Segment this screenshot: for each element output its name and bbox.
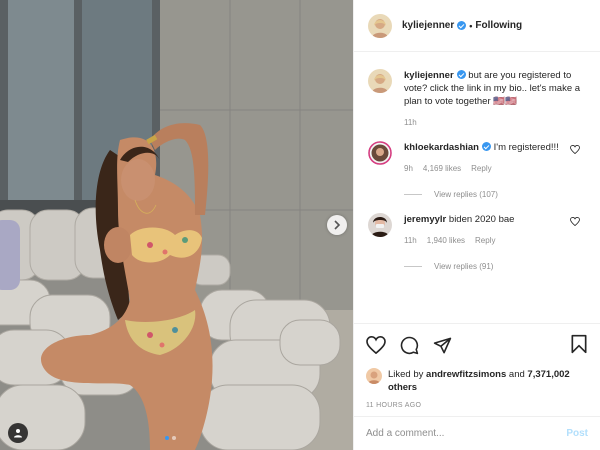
- author-username[interactable]: kyliejenner: [402, 20, 454, 31]
- view-replies-button[interactable]: View replies (107): [404, 190, 584, 199]
- photo-image: [0, 0, 353, 450]
- comment: khloekardashian I'm registered!!! 9h 4,1…: [368, 141, 586, 199]
- likes-summary: Liked by andrewfitzsimons and 7,371,002 …: [366, 368, 588, 394]
- view-replies-label: View replies (107): [434, 190, 498, 199]
- following-button[interactable]: Following: [475, 20, 522, 31]
- comment-avatar[interactable]: [368, 141, 392, 165]
- action-icons: [366, 334, 588, 356]
- comment-meta: 9h 4,169 likes Reply: [404, 164, 584, 173]
- comment-avatar[interactable]: [368, 213, 392, 237]
- heart-icon[interactable]: [570, 145, 580, 154]
- verified-icon: [456, 70, 466, 79]
- post-actions: Liked by andrewfitzsimons and 7,371,002 …: [354, 323, 600, 409]
- comment-likes[interactable]: 1,940 likes: [427, 236, 465, 245]
- comment-text: khloekardashian I'm registered!!!: [404, 141, 584, 154]
- liker-avatar[interactable]: [366, 368, 382, 384]
- save-icon[interactable]: [570, 334, 588, 354]
- share-icon[interactable]: [433, 336, 452, 355]
- heart-icon[interactable]: [570, 217, 580, 226]
- comment-username[interactable]: jeremyylr: [404, 214, 446, 225]
- comment-meta: 11h 1,940 likes Reply: [404, 236, 584, 245]
- verified-icon: [457, 21, 467, 30]
- comment-input[interactable]: Add a comment...: [366, 428, 566, 439]
- caption-text: kyliejenner but are you registered to vo…: [404, 69, 584, 108]
- post-timestamp[interactable]: 11 HOURS AGO: [366, 402, 588, 409]
- view-replies-button[interactable]: View replies (91): [404, 262, 584, 271]
- comment-username[interactable]: khloekardashian: [404, 142, 479, 153]
- verified-icon: [481, 142, 491, 151]
- comment-time[interactable]: 9h: [404, 164, 413, 173]
- comment-icon[interactable]: [400, 336, 419, 355]
- caption: kyliejenner but are you registered to vo…: [368, 69, 586, 127]
- likes-text: Liked by andrewfitzsimons and 7,371,002 …: [388, 368, 588, 394]
- comment-likes[interactable]: 4,169 likes: [423, 164, 461, 173]
- add-comment-bar: Add a comment... Post: [354, 416, 600, 450]
- replies-divider: [404, 266, 422, 267]
- chevron-right-icon: [334, 220, 341, 230]
- heart-icon[interactable]: [366, 336, 386, 354]
- caption-avatar[interactable]: [368, 69, 392, 93]
- caption-meta: 11h: [404, 118, 584, 127]
- comments-list[interactable]: kyliejenner but are you registered to vo…: [354, 53, 600, 323]
- replies-divider: [404, 194, 422, 195]
- likes-and: and: [508, 369, 525, 380]
- comment-reply-button[interactable]: Reply: [471, 164, 491, 173]
- post-header: kyliejenner • Following: [354, 0, 600, 52]
- comment-body: biden 2020 bae: [448, 214, 515, 225]
- carousel-next-button[interactable]: [327, 215, 347, 235]
- view-replies-label: View replies (91): [434, 262, 494, 271]
- likes-prefix: Liked by: [388, 369, 424, 380]
- carousel-indicators: [165, 436, 176, 440]
- comment-text: jeremyylr biden 2020 bae: [404, 213, 584, 226]
- caption-username[interactable]: kyliejenner: [404, 70, 454, 81]
- carousel-dot-active: [165, 436, 169, 440]
- comment-body: I'm registered!!!: [493, 142, 559, 153]
- post-photo[interactable]: [0, 0, 353, 450]
- user-tag-icon: [14, 429, 22, 438]
- post-side-panel: kyliejenner • Following kyliejenner but …: [353, 0, 600, 450]
- author-avatar[interactable]: [368, 13, 392, 38]
- post-comment-button[interactable]: Post: [566, 428, 588, 439]
- first-liker-link[interactable]: andrewfitzsimons: [426, 369, 506, 380]
- carousel-dot: [172, 436, 176, 440]
- caption-time[interactable]: 11h: [404, 118, 417, 127]
- comment-time[interactable]: 11h: [404, 236, 417, 245]
- header-separator: •: [469, 20, 473, 31]
- comment: jeremyylr biden 2020 bae 11h 1,940 likes…: [368, 213, 586, 271]
- comment-reply-button[interactable]: Reply: [475, 236, 495, 245]
- tagged-users-button[interactable]: [8, 423, 28, 443]
